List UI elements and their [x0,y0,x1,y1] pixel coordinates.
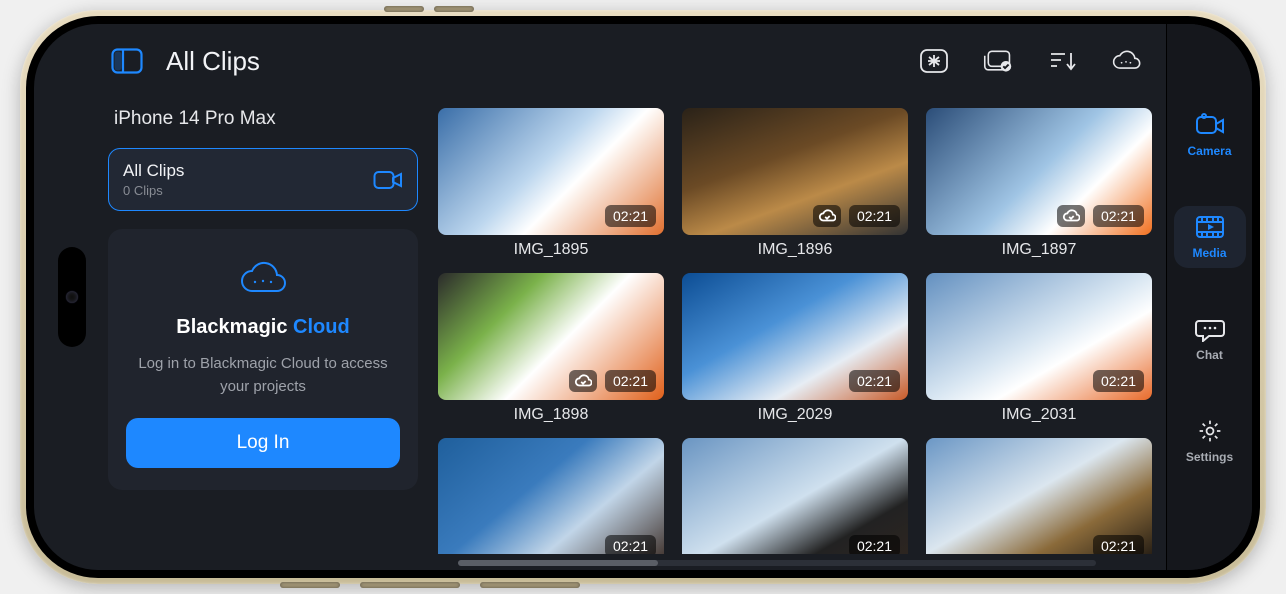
nav-label: Settings [1186,450,1233,464]
clip-item[interactable]: 02:21 IMG_1898 [438,273,664,424]
clip-duration: 02:21 [605,370,656,392]
folder-name: All Clips [123,161,363,181]
clip-thumbnail: 02:21 [926,273,1152,400]
sidebar: iPhone 14 Pro Max All Clips 0 Clips [104,98,434,570]
page-title: All Clips [166,46,260,77]
sort-icon[interactable] [1040,39,1084,83]
clip-name: IMG_1897 [926,241,1152,259]
nav-chat[interactable]: Chat [1174,308,1246,370]
cloud-icon[interactable] [1104,39,1148,83]
clip-name: IMG_1898 [438,406,664,424]
nav-settings[interactable]: Settings [1174,410,1246,472]
clip-item[interactable]: 02:21 IMG_1895 [438,108,664,259]
clip-thumbnail: 02:21 [682,273,908,400]
clip-gallery: 02:21IMG_189502:21IMG_189602:21IMG_18970… [434,98,1166,570]
login-button[interactable]: Log In [126,418,400,468]
hw-button [280,582,340,588]
clip-thumbnail: 02:21 [438,438,664,554]
clip-thumbnail: 02:21 [438,273,664,400]
nav-camera[interactable]: Camera [1174,104,1246,166]
hw-button [360,582,460,588]
clip-item[interactable]: 02:21 IMG_1896 [682,108,908,259]
topbar: All Clips [104,24,1166,98]
device-name: iPhone 14 Pro Max [108,108,418,130]
folder-all-clips[interactable]: All Clips 0 Clips [108,148,418,211]
clip-duration: 02:21 [1093,370,1144,392]
hw-button [480,582,580,588]
sidebar-toggle-button[interactable] [108,46,146,76]
nav-label: Chat [1196,348,1223,362]
nav-label: Media [1192,246,1226,260]
cloud-login-card: Blackmagic Cloud Log in to Blackmagic Cl… [108,229,418,490]
clip-name: IMG_1895 [438,241,664,259]
clip-item[interactable]: 02:21IMG_2030 [438,438,664,554]
clip-item[interactable]: 02:21 IMG_1897 [926,108,1152,259]
cloud-brand: Blackmagic Cloud [176,316,349,339]
cloud-outline-icon [237,261,289,302]
dynamic-island [58,247,86,347]
nav-media[interactable]: Media [1174,206,1246,268]
clip-duration: 02:21 [849,370,900,392]
clip-thumbnail: 02:21 [682,108,908,235]
clip-duration: 02:21 [1093,535,1144,554]
clip-name: IMG_2031 [926,406,1152,424]
clip-name: IMG_2029 [682,406,908,424]
camera-icon [373,169,403,191]
folder-count: 0 Clips [123,183,363,198]
hw-button [384,6,424,12]
select-done-icon[interactable] [976,39,1020,83]
clip-item[interactable]: 02:21IMG_20323 [926,438,1152,554]
clip-thumbnail: 02:21 [926,108,1152,235]
clip-thumbnail: 02:21 [438,108,664,235]
clip-duration: 02:21 [605,535,656,554]
nav-rail: Camera Media Chat Settings [1166,24,1252,570]
hw-button [434,6,474,12]
synced-icon [813,205,841,227]
clip-thumbnail: 02:21 [926,438,1152,554]
synced-icon [569,370,597,392]
clip-item[interactable]: 02:21 IMG_2031 [926,273,1152,424]
clip-item[interactable]: 02:21IMG_2032 [682,438,908,554]
nav-label: Camera [1187,144,1231,158]
clip-duration: 02:21 [849,535,900,554]
clip-duration: 02:21 [1093,205,1144,227]
clip-item[interactable]: 02:21 IMG_2029 [682,273,908,424]
clip-name: IMG_1896 [682,241,908,259]
clip-duration: 02:21 [605,205,656,227]
phone-frame: All Clips [20,10,1266,584]
clip-thumbnail: 02:21 [682,438,908,554]
scrollbar[interactable] [458,560,1096,566]
clip-duration: 02:21 [849,205,900,227]
synced-icon [1057,205,1085,227]
cloud-desc: Log in to Blackmagic Cloud to access you… [126,353,400,398]
freeze-icon[interactable] [912,39,956,83]
